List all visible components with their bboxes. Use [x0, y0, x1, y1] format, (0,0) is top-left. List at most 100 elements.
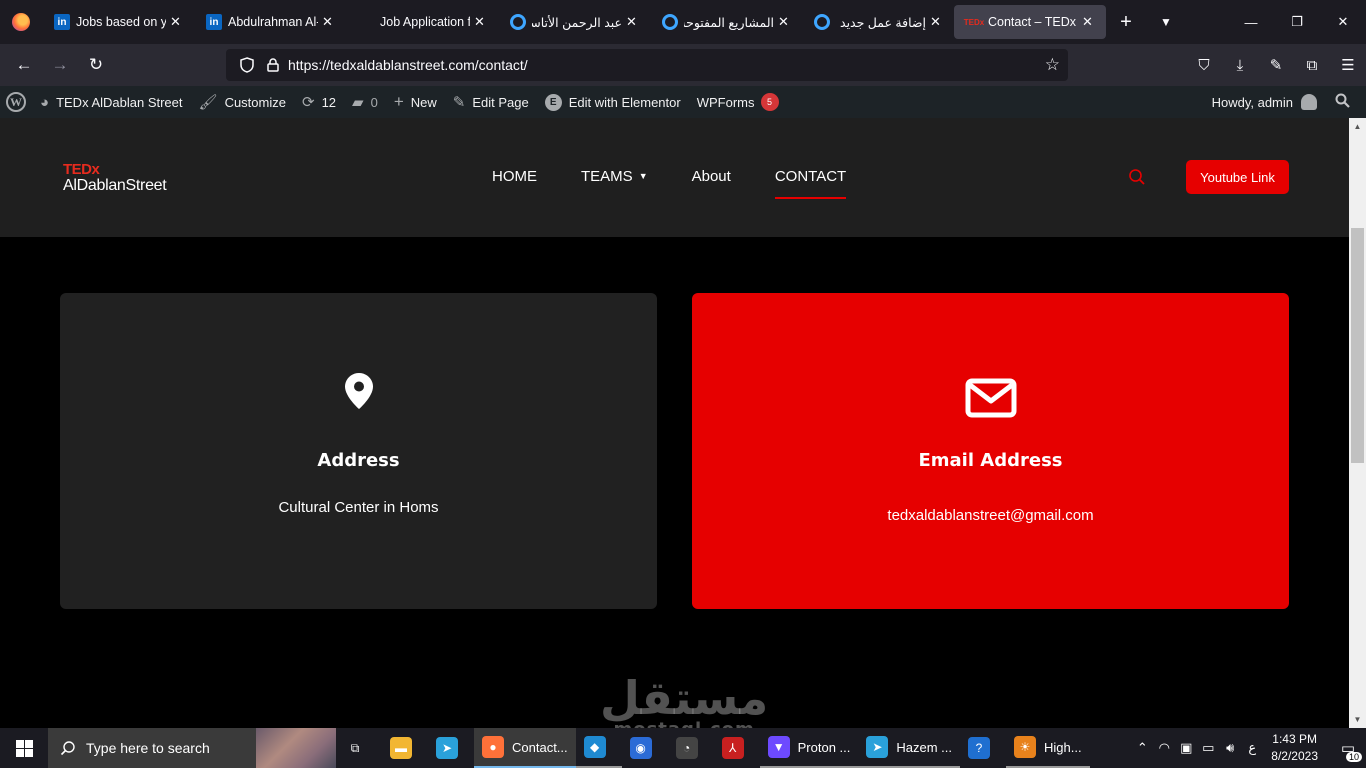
menu-item-about[interactable]: About	[692, 168, 731, 199]
close-tab-icon[interactable]: ✕	[1082, 14, 1096, 30]
taskbar-app[interactable]: ▬	[382, 728, 428, 768]
wifi-icon[interactable]: ◠	[1153, 740, 1175, 756]
list-all-tabs-button[interactable]: ▼	[1146, 15, 1186, 29]
url-input[interactable]	[288, 57, 1008, 73]
updates-count: 12	[321, 94, 337, 110]
browser-tab[interactable]: المشاريع المفتوحة ✕	[650, 5, 802, 39]
close-tab-icon[interactable]: ✕	[778, 14, 792, 30]
browser-tab[interactable]: إضافة عمل جديد | ✕	[802, 5, 954, 39]
bookmark-star-icon[interactable]: ☆	[1045, 55, 1060, 75]
admin-bar-updates[interactable]: ⟳ 12	[294, 86, 344, 118]
close-tab-icon[interactable]: ✕	[170, 14, 184, 30]
browser-tab[interactable]: in Abdulrahman Al- ✕	[194, 5, 346, 39]
customize-label: Customize	[224, 94, 286, 110]
scroll-down-arrow-icon[interactable]: ▼	[1349, 711, 1366, 728]
lock-icon[interactable]	[262, 55, 284, 75]
search-icon[interactable]	[1335, 93, 1350, 111]
admin-bar-customize[interactable]: 🖌 Customize	[191, 86, 294, 118]
new-label: New	[410, 94, 437, 110]
admin-bar-wpforms[interactable]: WPForms 5	[689, 86, 787, 118]
taskbar-app[interactable]: ☀ High...	[1006, 728, 1090, 768]
avatar[interactable]	[1301, 94, 1317, 110]
chevron-up-icon[interactable]: ⌃	[1131, 740, 1153, 756]
wordpress-logo-icon[interactable]: W	[0, 86, 32, 118]
admin-bar-edit-page[interactable]: ✎ Edit Page	[445, 86, 537, 118]
scroll-up-arrow-icon[interactable]: ▲	[1349, 118, 1366, 135]
youtube-link-button[interactable]: Youtube Link	[1186, 160, 1289, 194]
browser-tab[interactable]: Job Application fo ✕	[346, 5, 498, 39]
shield-icon[interactable]	[236, 55, 258, 75]
taskbar-app[interactable]: ⅄	[714, 728, 760, 768]
taskbar-app[interactable]: ➤	[428, 728, 474, 768]
scrollbar-thumb[interactable]	[1351, 228, 1364, 463]
extensions-icon[interactable]: ⧉	[1294, 44, 1330, 86]
volume-icon[interactable]: 🔊︎	[1219, 740, 1241, 756]
notifications-button[interactable]: ▭ 10	[1330, 728, 1366, 768]
brush-icon: 🖌	[198, 94, 218, 111]
taskbar-app[interactable]: ◔	[668, 728, 714, 768]
url-bar[interactable]: ☆	[226, 49, 1068, 81]
email-title: Email Address	[918, 450, 1063, 471]
close-tab-icon[interactable]: ✕	[930, 14, 944, 30]
admin-bar-site-name[interactable]: ◕ TEDx AlDablan Street	[32, 86, 191, 118]
ring-icon	[662, 14, 678, 30]
close-tab-icon[interactable]: ✕	[474, 14, 488, 30]
address-title: Address	[317, 450, 400, 471]
admin-bar-elementor[interactable]: E Edit with Elementor	[537, 86, 689, 118]
back-button[interactable]: ←	[6, 49, 42, 81]
browser-tab[interactable]: in Jobs based on your ✕	[42, 5, 194, 39]
downloads-icon[interactable]: ⤓	[1222, 44, 1258, 86]
taskbar-app[interactable]: ?	[960, 728, 1006, 768]
menu-icon[interactable]: ☰	[1330, 44, 1366, 86]
taskbar-app[interactable]: ● Contact...	[474, 728, 576, 768]
howdy-label[interactable]: Howdy, admin	[1212, 95, 1293, 110]
telegram-icon: ➤	[436, 737, 458, 759]
close-tab-icon[interactable]: ✕	[626, 14, 640, 30]
web-page: TEDx AlDablanStreet HOME TEAMS ▼ About CONTA…	[0, 118, 1349, 728]
close-window-button[interactable]: ✕	[1320, 0, 1366, 44]
battery-icon[interactable]: ▭	[1197, 740, 1219, 756]
tab-title: Abdulrahman Al-	[228, 15, 318, 29]
taskbar-search[interactable]	[48, 728, 336, 768]
taskbar-search-input[interactable]	[86, 740, 256, 756]
eyedropper-icon[interactable]: ✎	[1258, 44, 1294, 86]
firefox-icon: ●	[482, 736, 504, 758]
start-button[interactable]	[0, 728, 48, 768]
taskbar-app[interactable]: ➤ Hazem ...	[858, 728, 961, 768]
taskbar-app[interactable]: ▼ Proton ...	[759, 728, 859, 768]
admin-bar-comments[interactable]: ▰ 0	[344, 86, 386, 118]
taskbar-app[interactable]: ◉	[622, 728, 668, 768]
taskbar-app[interactable]: ◆	[575, 728, 622, 768]
new-tab-button[interactable]: +	[1106, 11, 1146, 34]
page-scrollbar[interactable]: ▲ ▼	[1349, 118, 1366, 728]
toolbar-buttons: ⛉ ⤓ ✎ ⧉ ☰	[1186, 44, 1366, 86]
email-text[interactable]: tedxaldablanstreet@gmail.com	[692, 507, 1289, 524]
comments-count: 0	[370, 94, 378, 110]
tab-title: إضافة عمل جديد |	[836, 15, 926, 30]
tab-title: Job Application fo	[380, 15, 470, 29]
firefox-icon[interactable]	[0, 0, 42, 44]
menu-item-teams[interactable]: TEAMS ▼	[581, 168, 648, 199]
menu-item-contact[interactable]: CONTACT	[774, 168, 847, 199]
restore-button[interactable]: ❐	[1274, 0, 1320, 44]
reload-button[interactable]: ↻	[78, 49, 114, 81]
close-tab-icon[interactable]: ✕	[322, 14, 336, 30]
clock[interactable]: 1:43 PM 8/2/2023	[1271, 731, 1318, 765]
browser-tab[interactable]: TEDxContact – TEDx Al ✕	[954, 5, 1106, 39]
admin-bar-new[interactable]: + New	[386, 86, 445, 118]
forward-button[interactable]: →	[42, 49, 78, 81]
minimize-button[interactable]: —	[1228, 0, 1274, 44]
taskbar-app[interactable]: ⧉	[336, 728, 382, 768]
browser-tab[interactable]: عبد الرحمن الأتاسي ✕	[498, 5, 650, 39]
blank-icon	[358, 14, 374, 30]
admin-bar-account: Howdy, admin	[1212, 86, 1350, 118]
camera-icon[interactable]: ▣	[1175, 740, 1197, 756]
site-logo[interactable]: TEDx AlDablanStreet	[63, 162, 167, 194]
menu-item-home[interactable]: HOME	[492, 168, 537, 199]
pocket-icon[interactable]: ⛉	[1186, 44, 1222, 86]
taskbar-app-label: Hazem ...	[896, 739, 953, 755]
taskbar-app-label: High...	[1044, 739, 1082, 755]
tab-title: Jobs based on your	[76, 15, 166, 29]
search-icon[interactable]	[1128, 168, 1148, 188]
keyboard-language[interactable]: ع	[1241, 740, 1263, 756]
